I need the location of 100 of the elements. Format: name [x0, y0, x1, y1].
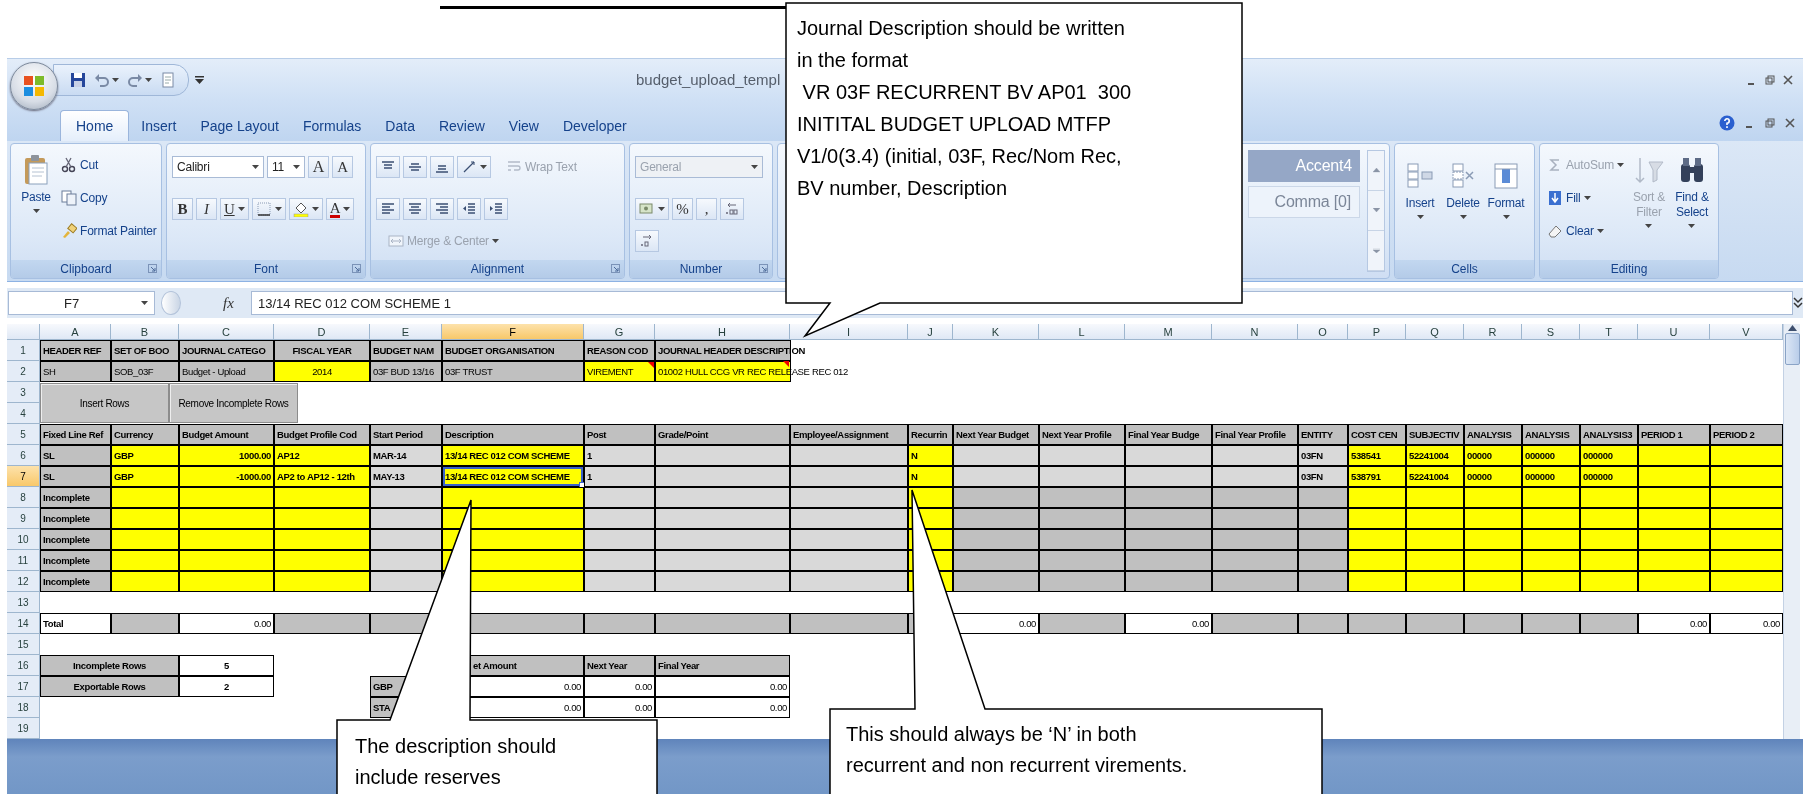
spreadsheet-cell[interactable]: MAR-14: [370, 445, 442, 466]
spreadsheet-cell[interactable]: 03F BUD 13/16: [370, 361, 442, 382]
scrollbar-thumb[interactable]: [1784, 333, 1800, 365]
column-header[interactable]: V: [1710, 324, 1783, 340]
spreadsheet-cell[interactable]: [790, 487, 908, 508]
spreadsheet-cell[interactable]: [1580, 550, 1638, 571]
spreadsheet-cell[interactable]: Next Year Profile: [1039, 424, 1125, 445]
spreadsheet-cell[interactable]: [111, 571, 179, 592]
spreadsheet-cell[interactable]: REASON COD: [584, 340, 655, 361]
close-icon[interactable]: [1785, 118, 1795, 128]
column-header[interactable]: Q: [1406, 324, 1464, 340]
spreadsheet-cell[interactable]: [1406, 613, 1464, 634]
spreadsheet-cell[interactable]: COST CEN: [1348, 424, 1406, 445]
spreadsheet-cell[interactable]: [442, 487, 584, 508]
spreadsheet-cell[interactable]: [790, 613, 908, 634]
ribbon-tab[interactable]: Developer: [550, 111, 639, 141]
ribbon-tab[interactable]: Home: [60, 110, 130, 141]
align-left-button[interactable]: [376, 198, 400, 220]
spreadsheet-cell[interactable]: [1638, 571, 1710, 592]
row-header[interactable]: 6: [7, 445, 40, 466]
spreadsheet-cell[interactable]: 0.00: [584, 697, 655, 718]
spreadsheet-cell[interactable]: [1406, 508, 1464, 529]
spreadsheet-cell[interactable]: [179, 571, 274, 592]
spreadsheet-cell[interactable]: [274, 529, 370, 550]
column-header[interactable]: R: [1464, 324, 1522, 340]
ribbon-tab[interactable]: View: [496, 111, 551, 141]
spreadsheet-cell[interactable]: SUBJECTIV: [1406, 424, 1464, 445]
spreadsheet-cell[interactable]: [1638, 529, 1710, 550]
spreadsheet-cell[interactable]: [953, 466, 1039, 487]
accounting-format-button[interactable]: [635, 198, 669, 220]
shrink-font-button[interactable]: A: [332, 156, 353, 178]
spreadsheet-cell[interactable]: [370, 571, 442, 592]
spreadsheet-cell[interactable]: [1125, 550, 1212, 571]
spreadsheet-cell[interactable]: Budget Amount: [179, 424, 274, 445]
spreadsheet-cell[interactable]: BUDGET NAM: [370, 340, 442, 361]
spreadsheet-cell[interactable]: [790, 550, 908, 571]
row-header[interactable]: 19: [7, 718, 40, 739]
spreadsheet-cell[interactable]: ANALYSIS: [1464, 424, 1522, 445]
spreadsheet-cell[interactable]: [1348, 487, 1406, 508]
spreadsheet-cell[interactable]: [274, 613, 370, 634]
spreadsheet-cell[interactable]: Final Year Profile: [1212, 424, 1298, 445]
column-header[interactable]: U: [1638, 324, 1710, 340]
spreadsheet-cell[interactable]: 000000: [1580, 466, 1638, 487]
spreadsheet-cell[interactable]: Incomplete: [40, 529, 111, 550]
spreadsheet-cell[interactable]: Budget - Upload: [179, 361, 274, 382]
underline-button[interactable]: U: [220, 198, 249, 220]
spreadsheet-cell[interactable]: [1710, 487, 1783, 508]
spreadsheet-cell[interactable]: Final Year Budge: [1125, 424, 1212, 445]
spreadsheet-cell[interactable]: Incomplete: [40, 508, 111, 529]
launcher-icon[interactable]: [759, 264, 768, 273]
spreadsheet-cell[interactable]: [953, 550, 1039, 571]
spreadsheet-cell[interactable]: [179, 529, 274, 550]
name-box[interactable]: F7: [8, 291, 155, 315]
spreadsheet-cell[interactable]: [655, 466, 790, 487]
spreadsheet-cell[interactable]: Next Year Budget: [953, 424, 1039, 445]
spreadsheet-cell[interactable]: [584, 571, 655, 592]
spreadsheet-cell[interactable]: [1212, 508, 1298, 529]
spreadsheet-cell[interactable]: [274, 571, 370, 592]
spreadsheet-cell[interactable]: PERIOD 2: [1710, 424, 1783, 445]
increase-indent-button[interactable]: [484, 198, 508, 220]
spreadsheet-cell[interactable]: -1000.00: [179, 466, 274, 487]
spreadsheet-cell[interactable]: [655, 550, 790, 571]
spreadsheet-cell[interactable]: 52241004: [1406, 445, 1464, 466]
ribbon-tab[interactable]: Data: [373, 111, 427, 141]
font-color-button[interactable]: A: [325, 198, 355, 220]
spreadsheet-cell[interactable]: [655, 613, 790, 634]
spreadsheet-cell[interactable]: [1638, 445, 1710, 466]
spreadsheet-cell[interactable]: 1: [584, 445, 655, 466]
spreadsheet-cell[interactable]: [953, 445, 1039, 466]
format-button[interactable]: Format: [1486, 156, 1526, 258]
row-header[interactable]: 1: [7, 340, 40, 361]
spreadsheet-cell[interactable]: [1464, 529, 1522, 550]
spreadsheet-cell[interactable]: Exportable Rows: [40, 676, 179, 697]
spreadsheet-cell[interactable]: Incomplete: [40, 571, 111, 592]
spreadsheet-cell[interactable]: [274, 550, 370, 571]
spreadsheet-cell[interactable]: [790, 466, 908, 487]
spreadsheet-cell[interactable]: N: [908, 466, 953, 487]
spreadsheet-cell[interactable]: FISCAL YEAR: [274, 340, 370, 361]
column-header[interactable]: F: [442, 324, 584, 340]
top-align-button[interactable]: [376, 156, 400, 178]
vertical-scrollbar[interactable]: [1783, 324, 1800, 739]
bottom-align-button[interactable]: [430, 156, 454, 178]
spreadsheet-cell[interactable]: [655, 571, 790, 592]
spreadsheet-cell[interactable]: [1125, 571, 1212, 592]
spreadsheet-cell[interactable]: [1039, 550, 1125, 571]
spreadsheet-cell[interactable]: ENTITY: [1298, 424, 1348, 445]
spreadsheet-cell[interactable]: [370, 529, 442, 550]
spreadsheet-cell[interactable]: [1710, 550, 1783, 571]
spreadsheet-cell[interactable]: [584, 508, 655, 529]
spreadsheet-cell[interactable]: [1298, 487, 1348, 508]
spreadsheet-cell[interactable]: 5: [179, 655, 274, 676]
spreadsheet-cell[interactable]: [1212, 571, 1298, 592]
spreadsheet-cell[interactable]: [1298, 550, 1348, 571]
row-header[interactable]: 4: [7, 403, 40, 424]
spreadsheet-cell[interactable]: Employee/Assignment: [790, 424, 908, 445]
center-button[interactable]: [403, 198, 427, 220]
spreadsheet-cell[interactable]: [1464, 571, 1522, 592]
column-header[interactable]: G: [584, 324, 655, 340]
column-header[interactable]: T: [1580, 324, 1638, 340]
spreadsheet-cell[interactable]: [111, 550, 179, 571]
